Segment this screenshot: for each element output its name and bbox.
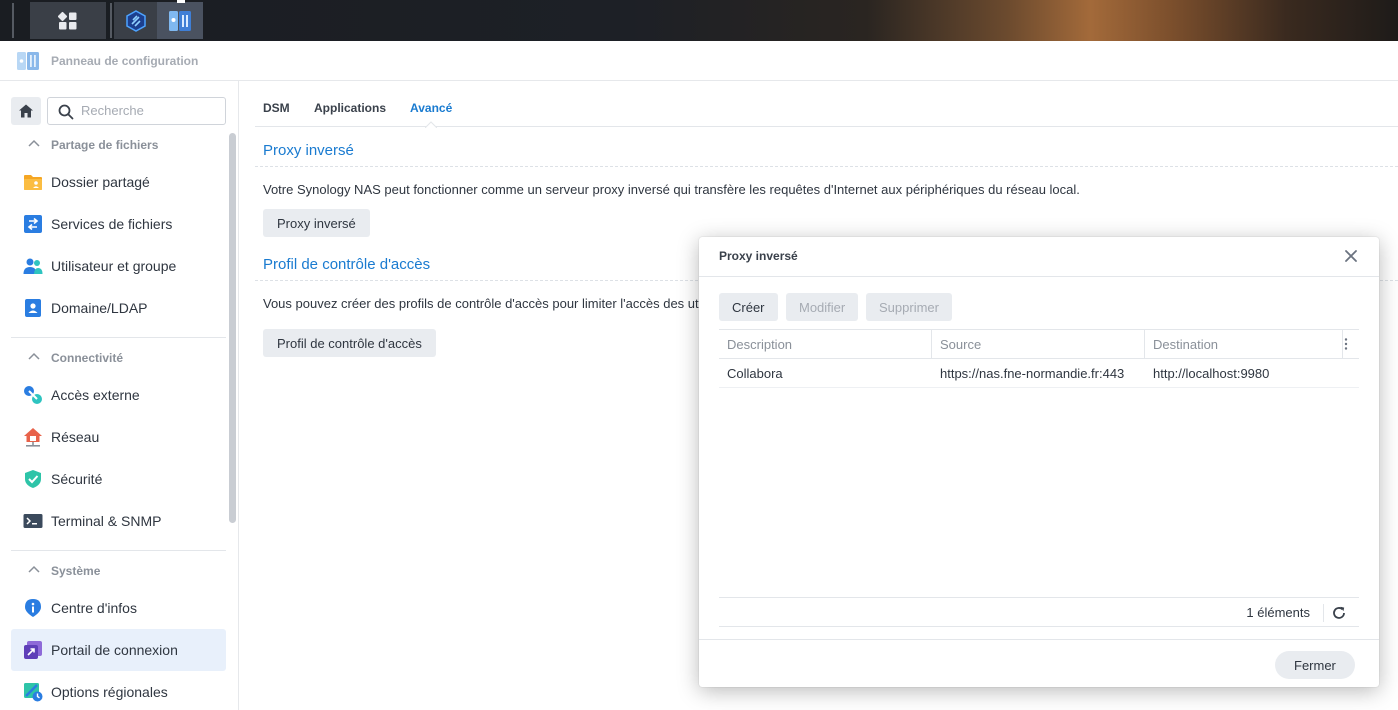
- section-divider: [255, 166, 1398, 167]
- control-panel-icon: [17, 52, 39, 70]
- main-menu-icon: [58, 11, 77, 30]
- table-footer: 1 éléments: [719, 597, 1359, 627]
- search-box[interactable]: [47, 97, 226, 125]
- info-center-icon: [25, 599, 41, 617]
- create-button[interactable]: Créer: [719, 293, 778, 321]
- regional-options-icon: [24, 683, 43, 702]
- sidebar-item-label: Réseau: [51, 429, 100, 445]
- security-shield-icon: [25, 470, 41, 488]
- column-header-description[interactable]: Description: [719, 330, 932, 359]
- taskbar-separator: [12, 3, 14, 38]
- folder-share-icon: [24, 175, 42, 190]
- sidebar-item-label: Terminal & SNMP: [51, 513, 162, 529]
- cell-destination: http://localhost:9980: [1153, 366, 1270, 381]
- sidebar-item-label: Centre d'infos: [51, 600, 137, 616]
- sidebar-item-label: Portail de connexion: [51, 642, 178, 658]
- sidebar-item-info-center[interactable]: Centre d'infos: [11, 587, 226, 629]
- domain-ldap-icon: [25, 299, 41, 317]
- chevron-up-icon: [28, 352, 40, 360]
- sidebar-item-user-group[interactable]: Utilisateur et groupe: [11, 245, 226, 287]
- section-title-access-control: Profil de contrôle d'accès: [263, 256, 431, 273]
- access-control-profile-button[interactable]: Profil de contrôle d'accès: [263, 329, 436, 357]
- control-panel-taskbar-button[interactable]: [157, 0, 203, 39]
- chevron-up-icon: [28, 139, 40, 147]
- cell-source: https://nas.fne-normandie.fr:443: [940, 366, 1125, 381]
- section-title-reverse-proxy: Proxy inversé: [263, 142, 354, 159]
- active-indicator: [177, 0, 185, 3]
- edit-button[interactable]: Modifier: [786, 293, 859, 321]
- control-panel-icon: [169, 11, 191, 31]
- item-count: 1 éléments: [1246, 605, 1310, 620]
- sidebar-item-label: Domaine/LDAP: [51, 300, 148, 316]
- chevron-up-icon: [28, 565, 40, 573]
- sidebar-item-label: Options régionales: [51, 684, 168, 700]
- sidebar-item-label: Services de fichiers: [51, 216, 173, 232]
- sidebar-item-file-services[interactable]: Services de fichiers: [11, 203, 226, 245]
- access-control-description: Vous pouvez créer des profils de contrôl…: [263, 296, 699, 311]
- delete-button[interactable]: Supprimer: [866, 293, 952, 321]
- table-header: Description Source Destination: [719, 329, 1359, 359]
- sidebar-item-shared-folder[interactable]: Dossier partagé: [11, 161, 226, 203]
- search-icon: [58, 104, 74, 120]
- window-title-bar: Panneau de configuration: [0, 41, 1398, 81]
- synology-app-icon: [126, 10, 146, 32]
- active-tab-caret: [425, 121, 437, 128]
- sidebar-item-external-access[interactable]: Accès externe: [11, 374, 226, 416]
- reverse-proxy-button[interactable]: Proxy inversé: [263, 209, 370, 237]
- dialog-footer: Fermer: [699, 639, 1379, 687]
- sidebar-item-terminal-snmp[interactable]: Terminal & SNMP: [11, 500, 226, 542]
- footer-separator: [1323, 604, 1324, 622]
- column-header-source[interactable]: Source: [932, 330, 1145, 359]
- sidebar-item-label: Utilisateur et groupe: [51, 258, 177, 274]
- home-icon: [19, 104, 33, 118]
- sidebar-scrollbar[interactable]: [229, 133, 236, 523]
- reverse-proxy-description: Votre Synology NAS peut fonctionner comm…: [263, 182, 1080, 197]
- section-divider: [11, 550, 226, 551]
- sidebar-item-regional-options[interactable]: Options régionales: [11, 671, 226, 710]
- tab-advanced[interactable]: Avancé: [410, 101, 452, 115]
- tab-applications[interactable]: Applications: [314, 101, 386, 115]
- terminal-icon: [23, 514, 43, 528]
- section-connectivity[interactable]: Connectivité: [11, 346, 226, 370]
- sidebar-item-label: Accès externe: [51, 387, 140, 403]
- section-label: Partage de fichiers: [51, 138, 159, 152]
- taskbar-separator: [110, 3, 112, 38]
- cell-description: Collabora: [727, 366, 783, 381]
- sidebar: Partage de fichiers Dossier partagé Serv…: [0, 81, 239, 710]
- tab-dsm[interactable]: DSM: [263, 101, 290, 115]
- network-icon: [24, 428, 42, 447]
- main-menu-button[interactable]: [30, 2, 106, 39]
- section-system[interactable]: Système: [11, 559, 226, 583]
- sidebar-item-label: Dossier partagé: [51, 174, 150, 190]
- file-services-icon: [24, 215, 42, 233]
- login-portal-icon: [24, 641, 42, 659]
- window-title: Panneau de configuration: [51, 54, 199, 68]
- dialog-header: Proxy inversé: [699, 237, 1379, 277]
- reverse-proxy-dialog: Proxy inversé Créer Modifier Supprimer D…: [699, 237, 1379, 687]
- sidebar-item-login-portal[interactable]: Portail de connexion: [11, 629, 226, 671]
- column-header-destination[interactable]: Destination: [1145, 330, 1343, 359]
- table-row[interactable]: Collabora https://nas.fne-normandie.fr:4…: [719, 359, 1359, 388]
- external-access-icon: [24, 386, 42, 404]
- home-button[interactable]: [11, 97, 41, 125]
- dialog-title: Proxy inversé: [719, 249, 798, 263]
- column-menu-icon[interactable]: [1344, 337, 1348, 351]
- taskbar: [0, 0, 1398, 41]
- section-label: Système: [51, 564, 101, 578]
- close-icon[interactable]: [1343, 248, 1359, 264]
- sidebar-item-security[interactable]: Sécurité: [11, 458, 226, 500]
- close-button[interactable]: Fermer: [1275, 651, 1355, 679]
- section-file-sharing[interactable]: Partage de fichiers: [11, 133, 226, 157]
- section-label: Connectivité: [51, 351, 124, 365]
- section-divider: [11, 337, 226, 338]
- sidebar-item-label: Sécurité: [51, 471, 103, 487]
- sidebar-item-network[interactable]: Réseau: [11, 416, 226, 458]
- tab-bar: DSM Applications Avancé: [255, 81, 1398, 128]
- user-group-icon: [23, 258, 43, 274]
- refresh-icon[interactable]: [1331, 605, 1347, 621]
- search-input[interactable]: [81, 103, 221, 118]
- synology-app-button[interactable]: [114, 2, 157, 39]
- sidebar-item-domain-ldap[interactable]: Domaine/LDAP: [11, 287, 226, 329]
